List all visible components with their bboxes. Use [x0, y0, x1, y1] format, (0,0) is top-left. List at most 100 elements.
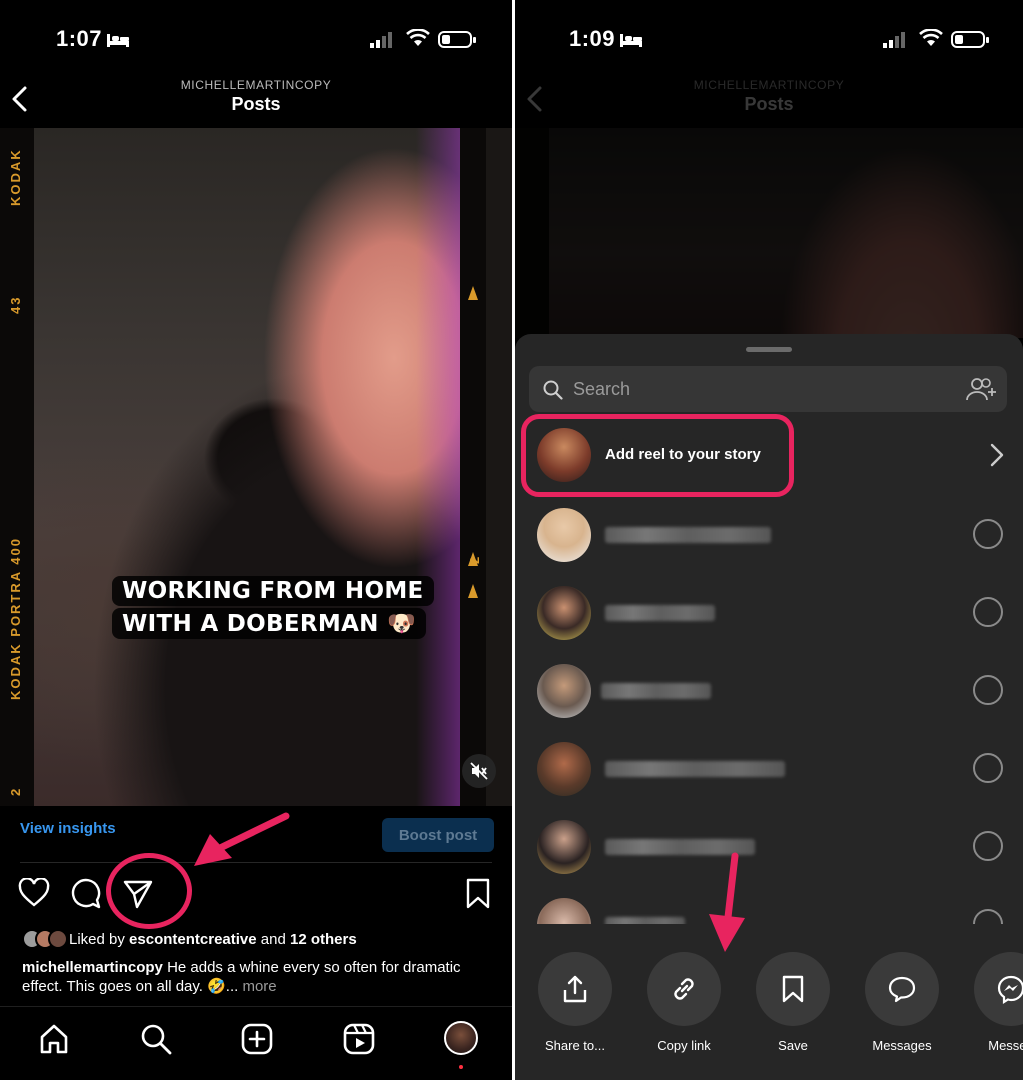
likes-row: Liked by escontentcreative and 12 others	[22, 929, 357, 949]
messenger-icon	[997, 975, 1023, 1004]
search-input[interactable]: Search	[529, 366, 1007, 412]
save-label: Save	[778, 1038, 808, 1053]
sheet-grabber[interactable]	[746, 347, 792, 352]
caption-line: WORKING FROM HOME	[112, 576, 434, 606]
back-arrow-icon[interactable]	[10, 84, 30, 114]
select-radio[interactable]	[973, 675, 1003, 705]
contact-row[interactable]	[515, 808, 1023, 886]
profile-avatar	[444, 1021, 478, 1055]
pointer-arrow-icon	[709, 852, 745, 952]
liker-username[interactable]: escontentcreative	[129, 931, 257, 948]
messenger-button[interactable]: Messen	[973, 952, 1023, 1053]
status-time: 1:07	[56, 26, 103, 51]
redacted-name	[605, 605, 715, 621]
back-arrow-icon	[527, 86, 542, 112]
share-actions-bar: Share to... Copy link Save Messages Mess…	[515, 924, 1023, 1080]
battery-icon	[438, 31, 476, 48]
avatar	[48, 929, 68, 949]
page-header: MICHELLEMARTINCOPY Posts	[0, 78, 512, 124]
page-header: MICHELLEMARTINCOPY Posts	[515, 78, 1023, 124]
status-time: 1:09	[569, 26, 616, 51]
film-label: KODAK PORTRA 400	[8, 537, 23, 700]
film-border-left	[515, 128, 549, 338]
search-icon[interactable]	[140, 1023, 172, 1055]
likes-others[interactable]: 12 others	[290, 931, 357, 948]
redacted-name	[605, 527, 771, 543]
home-icon[interactable]	[38, 1023, 70, 1055]
copy-link-button[interactable]: Copy link	[646, 952, 722, 1053]
save-button[interactable]: Save	[755, 952, 831, 1053]
wifi-icon	[919, 29, 943, 46]
reel-video[interactable]: KODAK 43 KODAK PORTRA 400 2 2 WORKING FR…	[0, 128, 512, 806]
share-up-icon	[563, 975, 587, 1003]
create-post-icon[interactable]	[241, 1023, 273, 1055]
redacted-name	[605, 761, 785, 777]
search-placeholder: Search	[573, 379, 631, 399]
contact-row[interactable]	[515, 574, 1023, 652]
caption-username[interactable]: michellemartincopy	[22, 959, 163, 976]
caption-line: WITH A DOBERMAN 🐶	[112, 608, 426, 639]
view-insights-link[interactable]: View insights	[20, 820, 116, 837]
film-triangle-icon	[468, 584, 478, 598]
likes-connector: and	[260, 930, 286, 948]
avatar	[537, 820, 591, 874]
right-screenshot: 1:09 MICHELLEMARTINCOPY Posts Search Add…	[515, 0, 1023, 1080]
select-radio[interactable]	[973, 831, 1003, 861]
contact-row[interactable]	[515, 496, 1023, 574]
liker-avatars	[22, 929, 68, 949]
post-caption: michellemartincopy He adds a whine every…	[22, 958, 482, 996]
select-radio[interactable]	[973, 753, 1003, 783]
left-screenshot: 1:07 MICHELLEMARTINCOPY Posts KODAK 43 K…	[0, 0, 512, 1080]
bookmark-icon	[782, 975, 804, 1003]
pointer-arrow-icon	[194, 812, 290, 866]
share-to-button[interactable]: Share to...	[537, 952, 613, 1053]
heart-icon[interactable]	[18, 878, 50, 908]
cellular-signal-icon	[370, 32, 392, 48]
share-to-label: Share to...	[545, 1038, 605, 1053]
cellular-signal-icon	[883, 32, 905, 48]
mute-button[interactable]	[462, 754, 496, 788]
film-border-right: 2	[460, 128, 486, 806]
boost-post-button[interactable]: Boost post	[382, 818, 494, 852]
redacted-name	[601, 683, 711, 699]
bottom-tab-bar	[0, 1006, 512, 1080]
profile-tab[interactable]	[444, 1021, 478, 1069]
film-border-left: KODAK 43 KODAK PORTRA 400 2	[0, 128, 34, 806]
messages-button[interactable]: Messages	[864, 952, 940, 1053]
video-frame	[549, 128, 1023, 338]
likes-prefix: Liked by	[69, 930, 125, 948]
avatar	[537, 586, 591, 640]
chevron-right-icon	[990, 443, 1004, 467]
battery-icon	[951, 31, 989, 48]
reel-video	[515, 128, 1023, 338]
account-name: MICHELLEMARTINCOPY	[693, 78, 845, 92]
contact-row[interactable]	[515, 730, 1023, 808]
bookmark-icon[interactable]	[464, 878, 492, 910]
avatar	[537, 664, 591, 718]
page-title: Posts	[231, 94, 281, 114]
sleep-focus-icon	[107, 34, 129, 47]
status-bar: 1:09	[515, 22, 1023, 56]
create-group-icon[interactable]	[965, 376, 999, 402]
account-name: MICHELLEMARTINCOPY	[180, 78, 332, 92]
film-triangle-icon	[468, 552, 478, 566]
film-triangle-icon	[468, 286, 478, 300]
messages-label: Messages	[872, 1038, 932, 1053]
sleep-focus-icon	[620, 34, 642, 47]
wifi-icon	[406, 29, 430, 46]
post-actions	[18, 878, 494, 912]
contact-row[interactable]	[515, 652, 1023, 730]
copy-link-label: Copy link	[657, 1038, 711, 1053]
reels-icon[interactable]	[343, 1023, 375, 1055]
film-label: 43	[8, 295, 23, 314]
page-title: Posts	[744, 94, 794, 114]
more-link[interactable]: more	[242, 978, 276, 995]
film-label: 2	[8, 786, 23, 796]
status-bar: 1:07	[0, 22, 512, 56]
highlight-box	[521, 414, 794, 497]
select-radio[interactable]	[973, 597, 1003, 627]
select-radio[interactable]	[973, 519, 1003, 549]
comment-icon[interactable]	[70, 878, 102, 910]
video-caption: WORKING FROM HOME WITH A DOBERMAN 🐶	[112, 576, 434, 641]
notification-dot	[459, 1065, 463, 1069]
